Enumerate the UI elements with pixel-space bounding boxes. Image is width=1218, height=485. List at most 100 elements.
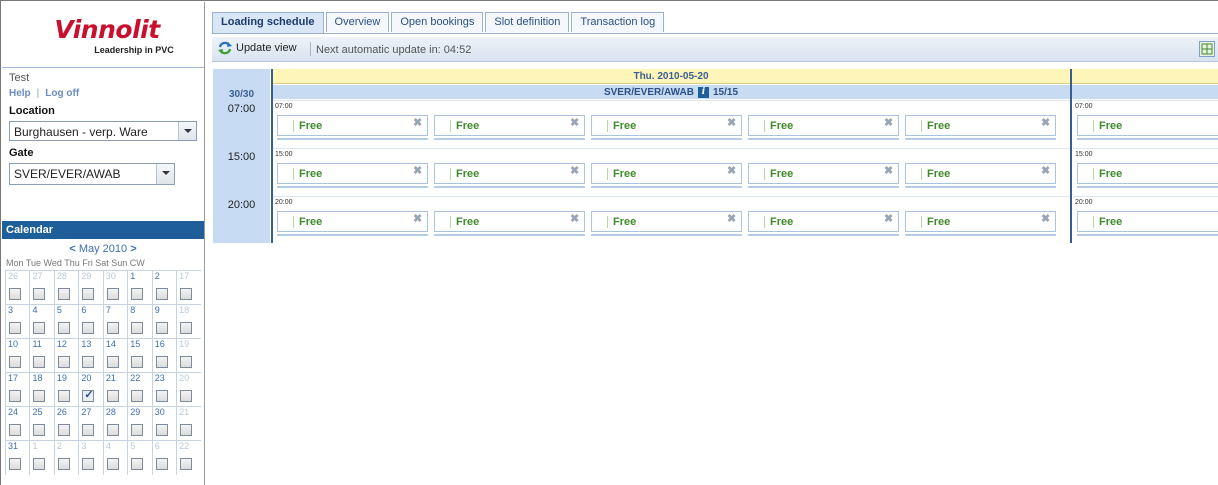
remove-icon[interactable]: ✖ bbox=[1041, 166, 1051, 177]
tab-slot-definition[interactable]: Slot definition bbox=[485, 12, 570, 32]
day-checkbox[interactable] bbox=[106, 355, 119, 368]
help-link[interactable]: Help bbox=[9, 88, 31, 99]
week-checkbox[interactable] bbox=[180, 457, 193, 470]
free-slot[interactable]: Free✖ bbox=[1077, 211, 1218, 236]
day-checkbox[interactable] bbox=[82, 388, 95, 402]
gate-select[interactable]: SVER/EVER/AWAB bbox=[9, 163, 175, 185]
day-checkbox[interactable] bbox=[106, 457, 119, 470]
day-checkbox[interactable] bbox=[33, 423, 46, 436]
week-checkbox[interactable] bbox=[180, 321, 193, 334]
location-select[interactable]: Burghausen - verp. Ware bbox=[9, 121, 197, 141]
day-checkbox[interactable] bbox=[131, 389, 144, 402]
free-slot[interactable]: Free✖ bbox=[748, 163, 899, 188]
day-checkbox[interactable] bbox=[106, 389, 119, 402]
update-view-button[interactable]: Update view bbox=[217, 41, 297, 58]
free-slot[interactable]: Free✖ bbox=[748, 115, 899, 140]
free-slot[interactable]: Free✖ bbox=[434, 211, 585, 236]
dropdown-arrow-icon[interactable] bbox=[178, 122, 196, 140]
remove-icon[interactable]: ✖ bbox=[1041, 118, 1051, 129]
day-checkbox[interactable] bbox=[33, 321, 46, 334]
day-checkbox[interactable] bbox=[33, 355, 46, 368]
day-checkbox[interactable] bbox=[82, 321, 95, 334]
day-checkbox[interactable] bbox=[9, 457, 21, 470]
tab-transaction-log[interactable]: Transaction log bbox=[571, 12, 665, 32]
day-checkbox[interactable] bbox=[82, 287, 95, 300]
day-checkbox[interactable] bbox=[33, 457, 46, 470]
info-icon[interactable]: i bbox=[698, 87, 709, 98]
day-checkbox[interactable] bbox=[33, 389, 46, 402]
day-checkbox[interactable] bbox=[57, 457, 70, 470]
day-checkbox[interactable] bbox=[57, 389, 70, 402]
day-checkbox[interactable] bbox=[57, 287, 70, 300]
tab-open-bookings[interactable]: Open bookings bbox=[391, 12, 484, 32]
prev-month-button[interactable]: < bbox=[69, 243, 75, 255]
day-checkbox[interactable] bbox=[82, 355, 95, 368]
remove-icon[interactable]: ✖ bbox=[570, 118, 580, 129]
remove-icon[interactable]: ✖ bbox=[413, 118, 423, 129]
remove-icon[interactable]: ✖ bbox=[884, 166, 894, 177]
remove-icon[interactable]: ✖ bbox=[413, 166, 423, 177]
tab-overview[interactable]: Overview bbox=[325, 12, 390, 32]
calendar-checkbox-cell bbox=[127, 285, 153, 305]
next-month-button[interactable]: > bbox=[130, 243, 136, 255]
week-checkbox[interactable] bbox=[180, 423, 193, 436]
free-slot[interactable]: Free✖ bbox=[905, 211, 1056, 236]
row-mini-time: 15:00 bbox=[275, 151, 293, 158]
day-checkbox[interactable] bbox=[131, 423, 144, 436]
day-checkbox[interactable] bbox=[57, 355, 70, 368]
free-slot[interactable]: Free✖ bbox=[748, 211, 899, 236]
day-checkbox[interactable] bbox=[9, 355, 21, 368]
day-checkbox[interactable] bbox=[155, 389, 168, 402]
day-checkbox[interactable] bbox=[82, 457, 95, 470]
calendar-day-number: 6 bbox=[78, 304, 104, 320]
remove-icon[interactable]: ✖ bbox=[727, 166, 737, 177]
day-checkbox[interactable] bbox=[131, 321, 144, 334]
day-checkbox[interactable] bbox=[155, 457, 168, 470]
day-checkbox[interactable] bbox=[82, 423, 95, 436]
day-checkbox[interactable] bbox=[155, 423, 168, 436]
day-checkbox[interactable] bbox=[155, 287, 168, 300]
free-slot[interactable]: Free✖ bbox=[434, 163, 585, 188]
day-checkbox[interactable] bbox=[57, 423, 70, 436]
day-checkbox[interactable] bbox=[57, 321, 70, 334]
free-slot[interactable]: Free✖ bbox=[1077, 115, 1218, 140]
week-checkbox[interactable] bbox=[180, 355, 193, 368]
free-slot[interactable]: Free✖ bbox=[277, 163, 428, 188]
grid-toggle-button[interactable] bbox=[1199, 41, 1215, 57]
remove-icon[interactable]: ✖ bbox=[727, 118, 737, 129]
remove-icon[interactable]: ✖ bbox=[884, 118, 894, 129]
remove-icon[interactable]: ✖ bbox=[884, 214, 894, 225]
remove-icon[interactable]: ✖ bbox=[1041, 214, 1051, 225]
tab-loading-schedule[interactable]: Loading schedule bbox=[212, 12, 324, 33]
day-checkbox[interactable] bbox=[9, 423, 21, 436]
week-checkbox[interactable] bbox=[180, 389, 193, 402]
free-slot[interactable]: Free✖ bbox=[591, 115, 742, 140]
week-checkbox[interactable] bbox=[180, 287, 193, 300]
day-checkbox[interactable] bbox=[9, 287, 21, 300]
remove-icon[interactable]: ✖ bbox=[727, 214, 737, 225]
day-checkbox[interactable] bbox=[106, 423, 119, 436]
free-slot[interactable]: Free✖ bbox=[1077, 163, 1218, 188]
free-slot[interactable]: Free✖ bbox=[277, 211, 428, 236]
day-checkbox[interactable] bbox=[9, 321, 21, 334]
free-slot[interactable]: Free✖ bbox=[434, 115, 585, 140]
free-slot[interactable]: Free✖ bbox=[905, 163, 1056, 188]
free-slot[interactable]: Free✖ bbox=[591, 163, 742, 188]
remove-icon[interactable]: ✖ bbox=[413, 214, 423, 225]
free-slot[interactable]: Free✖ bbox=[277, 115, 428, 140]
remove-icon[interactable]: ✖ bbox=[570, 166, 580, 177]
day-checkbox[interactable] bbox=[131, 287, 144, 300]
day-checkbox[interactable] bbox=[9, 389, 21, 402]
day-checkbox[interactable] bbox=[131, 355, 144, 368]
day-checkbox[interactable] bbox=[155, 355, 168, 368]
free-slot[interactable]: Free✖ bbox=[905, 115, 1056, 140]
remove-icon[interactable]: ✖ bbox=[570, 214, 580, 225]
day-checkbox[interactable] bbox=[33, 287, 46, 300]
day-checkbox[interactable] bbox=[106, 321, 119, 334]
day-checkbox[interactable] bbox=[106, 287, 119, 300]
dropdown-arrow-icon[interactable] bbox=[156, 164, 174, 184]
free-slot[interactable]: Free✖ bbox=[591, 211, 742, 236]
logoff-link[interactable]: Log off bbox=[45, 88, 79, 99]
day-checkbox[interactable] bbox=[155, 321, 168, 334]
day-checkbox[interactable] bbox=[131, 457, 144, 470]
